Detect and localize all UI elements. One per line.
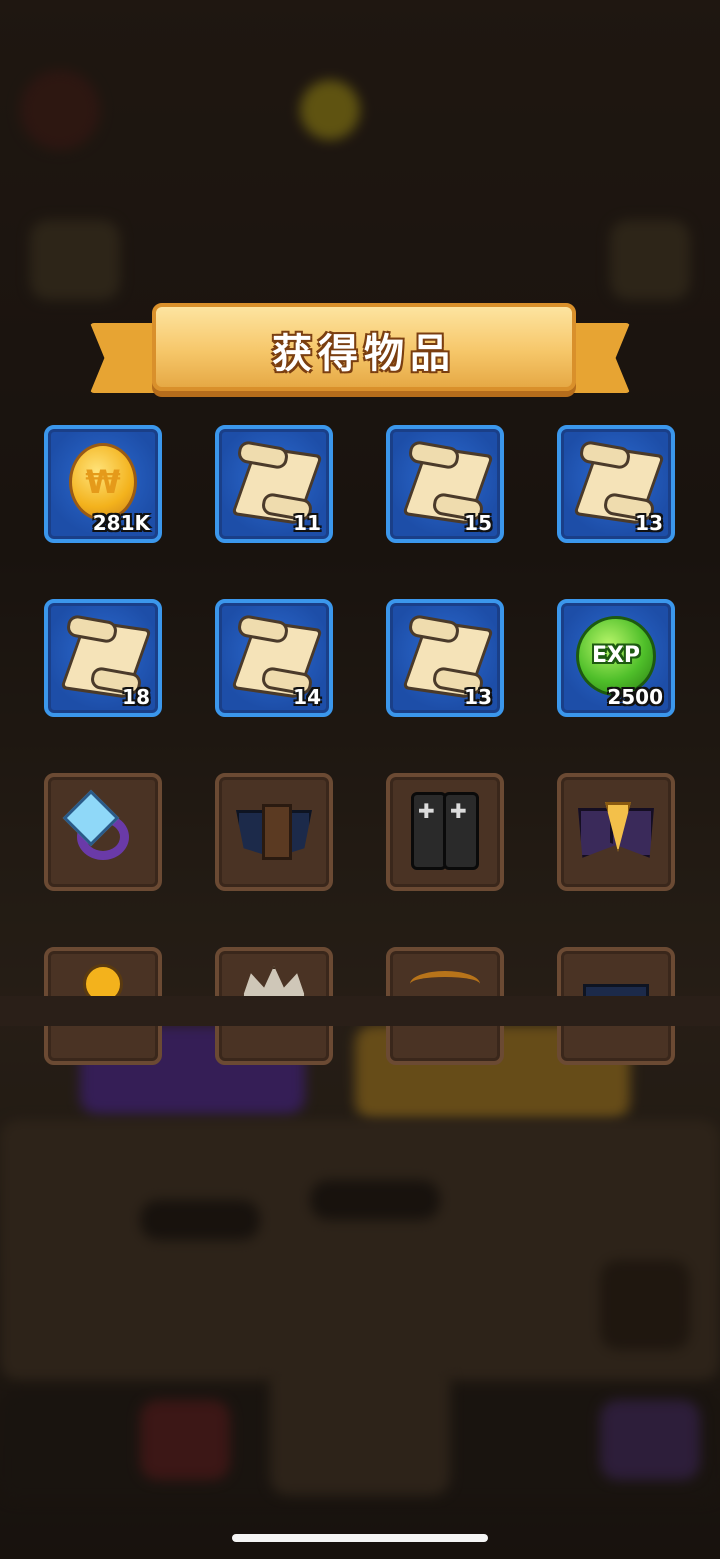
reward-slot-exp[interactable]: EXP 2500 (557, 599, 675, 717)
popup-title: 获得物品 (272, 331, 456, 377)
reward-count: 281K (92, 511, 150, 535)
reward-count: 15 (464, 511, 492, 535)
ring-icon (62, 789, 135, 862)
reward-slot-scroll[interactable]: 14 (215, 599, 333, 717)
reward-count: 18 (122, 685, 150, 709)
reward-banner: 获得物品 (90, 295, 630, 405)
equipment-slot-armor[interactable] (215, 773, 333, 891)
banner-plate: 获得物品 (152, 303, 576, 391)
reward-slot-scroll[interactable]: 13 (557, 425, 675, 543)
exp-orb-icon: EXP (576, 615, 656, 696)
reward-slot-coin[interactable]: ₩ 281K (44, 425, 162, 543)
coin-icon: ₩ (69, 442, 137, 521)
reward-slot-scroll[interactable]: 13 (386, 599, 504, 717)
armor-icon (236, 803, 312, 860)
cape-icon (578, 801, 654, 858)
equipment-slot-ring[interactable] (44, 773, 162, 891)
home-indicator[interactable] (232, 1534, 488, 1542)
reward-count: 14 (293, 685, 321, 709)
reward-slot-scroll[interactable]: 11 (215, 425, 333, 543)
list-scroll-edge (0, 996, 720, 1026)
reward-slot-scroll[interactable]: 15 (386, 425, 504, 543)
reward-count: 2500 (607, 685, 663, 709)
equipment-slot-boots[interactable] (386, 773, 504, 891)
reward-count: 13 (464, 685, 492, 709)
bow-icon (410, 971, 480, 997)
reward-count: 13 (635, 511, 663, 535)
reward-slot-scroll[interactable]: 18 (44, 599, 162, 717)
reward-count: 11 (293, 511, 321, 535)
exp-label: EXP (591, 642, 641, 668)
boots-icon (411, 791, 479, 870)
equipment-slot-cape[interactable] (557, 773, 675, 891)
